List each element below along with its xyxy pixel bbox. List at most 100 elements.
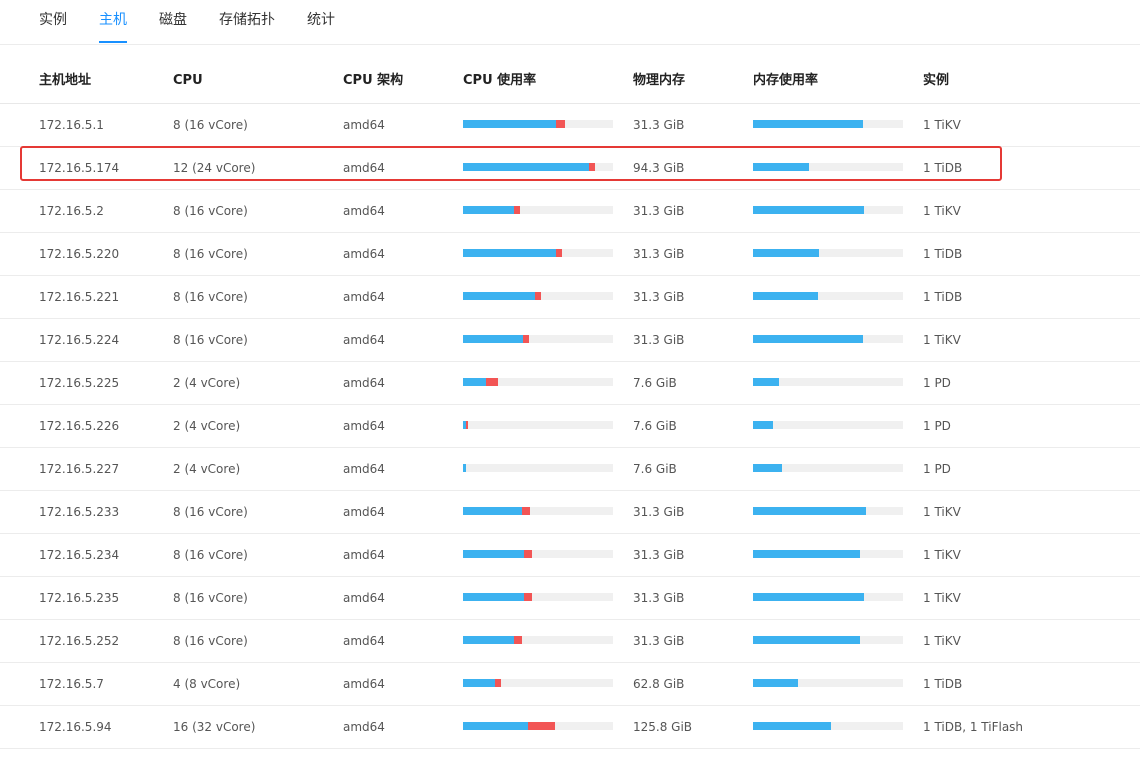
physical-memory: 7.6 GiB <box>633 419 677 433</box>
memory-used-segment <box>753 206 864 214</box>
tab-statistics[interactable]: 统计 <box>307 10 335 30</box>
memory-used-segment <box>753 593 864 601</box>
cpu-usage-bar <box>463 464 613 472</box>
memory-usage-bar <box>753 120 903 128</box>
cpu-user-segment <box>463 507 522 515</box>
memory-usage-bar <box>753 206 903 214</box>
instances: 1 PD <box>923 419 951 433</box>
cpu-system-segment <box>535 292 541 300</box>
host-address: 172.16.5.2 <box>39 204 104 218</box>
tab-hosts[interactable]: 主机 <box>99 10 127 30</box>
host-address: 172.16.5.234 <box>39 548 120 562</box>
table-row[interactable]: 172.16.5.7 4 (8 vCore) amd64 62.8 GiB 1 TiDB <box>0 663 1140 706</box>
memory-usage-bar <box>753 378 903 386</box>
memory-used-segment <box>753 636 860 644</box>
cpu-arch: amd64 <box>343 247 385 261</box>
table-row[interactable]: 172.16.5.252 8 (16 vCore) amd64 31.3 GiB 1 T… <box>0 620 1140 663</box>
memory-used-segment <box>753 120 863 128</box>
host-address: 172.16.5.224 <box>39 333 120 347</box>
cpu-cores: 8 (16 vCore) <box>173 634 248 648</box>
host-address: 172.16.5.174 <box>39 161 120 175</box>
host-address: 172.16.5.233 <box>39 505 120 519</box>
host-address: 172.16.5.7 <box>39 677 104 691</box>
cpu-usage-bar <box>463 292 613 300</box>
cpu-system-segment <box>522 507 530 515</box>
cpu-system-segment <box>589 163 595 171</box>
cpu-cores: 8 (16 vCore) <box>173 548 248 562</box>
cpu-usage-bar <box>463 249 613 257</box>
physical-memory: 31.3 GiB <box>633 333 685 347</box>
memory-used-segment <box>753 163 809 171</box>
table-row[interactable]: 172.16.5.225 2 (4 vCore) amd64 7.6 GiB 1 PD <box>0 362 1140 405</box>
cpu-system-segment <box>486 378 498 386</box>
table-row[interactable]: 172.16.5.235 8 (16 vCore) amd64 31.3 GiB 1 T… <box>0 577 1140 620</box>
tab-storage-topology[interactable]: 存储拓扑 <box>219 10 275 30</box>
cpu-usage-bar <box>463 550 613 558</box>
memory-usage-bar <box>753 292 903 300</box>
table-row[interactable]: 172.16.5.233 8 (16 vCore) amd64 31.3 GiB 1 T… <box>0 491 1140 534</box>
cpu-system-segment <box>556 249 562 257</box>
column-header-cpu[interactable]: CPU <box>173 72 203 90</box>
instances: 1 TiKV <box>923 505 961 519</box>
cpu-cores: 2 (4 vCore) <box>173 376 241 390</box>
memory-usage-bar <box>753 464 903 472</box>
cpu-user-segment <box>463 679 495 687</box>
table-row[interactable]: 172.16.5.224 8 (16 vCore) amd64 31.3 GiB 1 T… <box>0 319 1140 362</box>
cpu-usage-bar <box>463 507 613 515</box>
cpu-system-segment <box>524 593 532 601</box>
column-header-address[interactable]: 主机地址 <box>39 72 91 90</box>
cpu-user-segment <box>463 378 486 386</box>
memory-usage-bar <box>753 335 903 343</box>
cpu-usage-bar <box>463 378 613 386</box>
column-header-instances[interactable]: 实例 <box>923 72 949 90</box>
physical-memory: 31.3 GiB <box>633 290 685 304</box>
memory-usage-bar <box>753 163 903 171</box>
cpu-cores: 8 (16 vCore) <box>173 333 248 347</box>
cpu-system-segment <box>523 335 529 343</box>
physical-memory: 31.3 GiB <box>633 591 685 605</box>
column-header-memory-usage[interactable]: 内存使用率 <box>753 72 818 90</box>
table-row[interactable]: 172.16.5.221 8 (16 vCore) amd64 31.3 GiB 1 T… <box>0 276 1140 319</box>
cpu-usage-bar <box>463 120 613 128</box>
table-row[interactable]: 172.16.5.94 16 (32 vCore) amd64 125.8 GiB 1 … <box>0 706 1140 749</box>
tab-instances[interactable]: 实例 <box>39 10 67 30</box>
memory-used-segment <box>753 464 782 472</box>
cpu-arch: amd64 <box>343 505 385 519</box>
table-row[interactable]: 172.16.5.2 8 (16 vCore) amd64 31.3 GiB 1 TiK… <box>0 190 1140 233</box>
table-row[interactable]: 172.16.5.220 8 (16 vCore) amd64 31.3 GiB 1 T… <box>0 233 1140 276</box>
instances: 1 TiDB <box>923 161 963 175</box>
column-header-cpu-arch[interactable]: CPU 架构 <box>343 72 403 90</box>
instances: 1 TiKV <box>923 548 961 562</box>
cpu-user-segment <box>463 120 556 128</box>
table-header: 主机地址 CPU CPU 架构 CPU 使用率 物理内存 内存使用率 实例 <box>0 59 1140 104</box>
cpu-usage-bar <box>463 163 613 171</box>
table-row[interactable]: 172.16.5.174 12 (24 vCore) amd64 94.3 GiB 1 … <box>0 147 1140 190</box>
physical-memory: 31.3 GiB <box>633 548 685 562</box>
cpu-arch: amd64 <box>343 290 385 304</box>
table-row[interactable]: 172.16.5.227 2 (4 vCore) amd64 7.6 GiB 1 PD <box>0 448 1140 491</box>
table-row[interactable]: 172.16.5.1 8 (16 vCore) amd64 31.3 GiB 1 TiK… <box>0 104 1140 147</box>
cpu-arch: amd64 <box>343 634 385 648</box>
physical-memory: 62.8 GiB <box>633 677 685 691</box>
table-row[interactable]: 172.16.5.234 8 (16 vCore) amd64 31.3 GiB 1 T… <box>0 534 1140 577</box>
tab-disks[interactable]: 磁盘 <box>159 10 187 30</box>
memory-used-segment <box>753 507 866 515</box>
memory-usage-bar <box>753 679 903 687</box>
cpu-cores: 8 (16 vCore) <box>173 290 248 304</box>
memory-usage-bar <box>753 550 903 558</box>
cpu-usage-bar <box>463 722 613 730</box>
cpu-cores: 8 (16 vCore) <box>173 505 248 519</box>
cpu-arch: amd64 <box>343 376 385 390</box>
cpu-arch: amd64 <box>343 462 385 476</box>
table-row[interactable]: 172.16.5.226 2 (4 vCore) amd64 7.6 GiB 1 PD <box>0 405 1140 448</box>
instances: 1 TiKV <box>923 591 961 605</box>
cpu-user-segment <box>463 464 466 472</box>
memory-used-segment <box>753 249 819 257</box>
cpu-system-segment <box>466 421 468 429</box>
physical-memory: 7.6 GiB <box>633 462 677 476</box>
physical-memory: 31.3 GiB <box>633 118 685 132</box>
cpu-arch: amd64 <box>343 161 385 175</box>
column-header-cpu-usage[interactable]: CPU 使用率 <box>463 72 536 90</box>
column-header-memory[interactable]: 物理内存 <box>633 72 685 90</box>
cpu-user-segment <box>463 335 523 343</box>
